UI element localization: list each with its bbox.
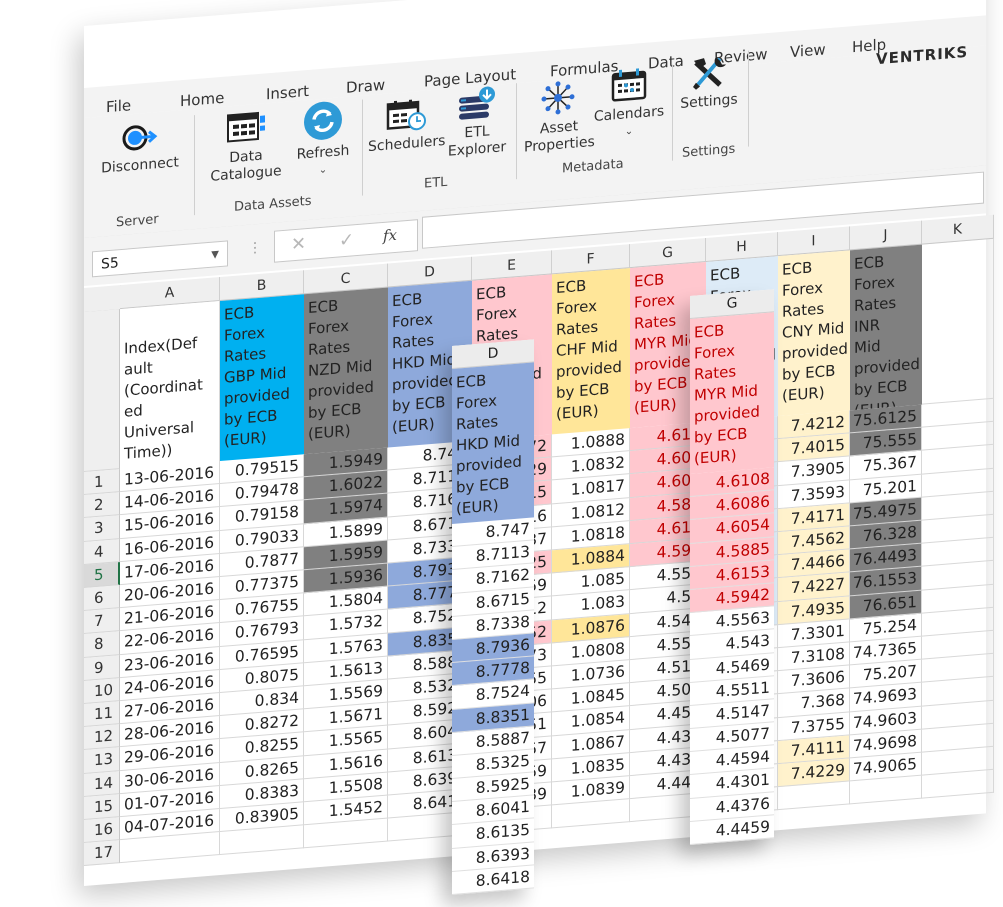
data-catalogue-button[interactable]: Data Catalogue xyxy=(204,108,288,187)
row-header-6[interactable]: 6 xyxy=(84,585,120,612)
row-header-8[interactable]: 8 xyxy=(84,631,120,658)
row-header-4[interactable]: 4 xyxy=(84,538,120,565)
enter-icon[interactable]: ✓ xyxy=(339,229,354,251)
floating-column-d: D ECB Forex Rates HKD Mid provided by ECB (EUR)… xyxy=(452,339,534,895)
header-text-line: (EUR) xyxy=(456,496,499,518)
header-text-line: Rates INR xyxy=(854,293,897,337)
data-catalogue-icon xyxy=(227,111,265,143)
function-icon[interactable]: fx xyxy=(383,226,397,245)
ribbon-separator xyxy=(516,83,517,180)
cell-f[interactable] xyxy=(552,799,630,829)
excel-window: File Home Insert Draw Page Layout Formul… xyxy=(84,0,994,886)
group-label-etl: ETL xyxy=(424,174,448,192)
formula-buttons: ✕ ✓ fx xyxy=(274,219,418,263)
header-cell-c[interactable]: ECB Forex Rates NZD Mid provided by ECB (EUR) xyxy=(304,287,388,455)
row-header-12[interactable]: 12 xyxy=(84,724,120,751)
settings-tools-icon xyxy=(693,57,726,90)
data-catalogue-label: Data Catalogue xyxy=(210,147,282,185)
row-header-2[interactable]: 2 xyxy=(84,492,120,519)
more-options-icon[interactable]: ⋮ xyxy=(248,240,262,257)
schedulers-label: Schedulers xyxy=(368,132,446,156)
cell-k[interactable] xyxy=(922,769,994,799)
overlay-header-title: ECB Forex Rates MYR Mid provided by ECB (EUR) xyxy=(690,312,774,474)
row-header-17[interactable]: 17 xyxy=(84,840,120,867)
cancel-icon[interactable]: ✕ xyxy=(291,233,306,255)
row-header-13[interactable]: 13 xyxy=(84,747,120,774)
ribbon-separator xyxy=(362,99,363,196)
chevron-down-icon[interactable]: ▼ xyxy=(211,242,219,269)
settings-button[interactable]: Settings xyxy=(678,53,740,113)
calendars-button[interactable]: Calendars ⌄ xyxy=(592,65,666,143)
cell-i[interactable] xyxy=(778,781,850,811)
stage: File Home Insert Draw Page Layout Formul… xyxy=(0,0,1003,907)
row-header-5[interactable]: 5 xyxy=(84,561,120,588)
row-header-14[interactable]: 14 xyxy=(84,770,120,797)
refresh-button[interactable]: Refresh ⌄ xyxy=(288,98,358,182)
header-text-line: (EUR) xyxy=(556,401,599,424)
calendar-icon xyxy=(611,68,647,102)
ribbon-separator xyxy=(194,115,195,216)
etl-explorer-button[interactable]: ETL Explorer xyxy=(444,84,510,161)
group-label-settings: Settings xyxy=(682,141,736,161)
row-header-title[interactable] xyxy=(84,309,120,472)
group-label-data-assets: Data Assets xyxy=(234,193,312,215)
row-header-7[interactable]: 7 xyxy=(84,608,120,635)
ribbon-separator xyxy=(748,50,749,147)
row-header-16[interactable]: 16 xyxy=(84,817,120,844)
row-header-3[interactable]: 3 xyxy=(84,515,120,542)
header-cell-f[interactable]: ECB Forex Rates CHF Mid provided by ECB (EUR) xyxy=(552,268,630,435)
scheduler-icon xyxy=(386,99,426,131)
disconnect-label: Disconnect xyxy=(101,154,179,177)
disconnect-icon xyxy=(122,125,158,151)
overlay-header-title: ECB Forex Rates HKD Mid provided by ECB (EUR) xyxy=(452,362,534,524)
row-header-1[interactable]: 1 xyxy=(84,469,120,496)
refresh-icon xyxy=(304,101,342,140)
ribbon-separator xyxy=(672,64,673,161)
name-box-value: S5 xyxy=(101,255,119,273)
etl-explorer-label: ETL Explorer xyxy=(447,123,507,160)
header-cell-j[interactable]: ECB Forex Rates INR Mid provided by ECB (EUR) xyxy=(850,244,922,411)
etl-explorer-icon xyxy=(459,86,495,120)
settings-label: Settings xyxy=(680,91,738,113)
row-header-10[interactable]: 10 xyxy=(84,677,120,704)
header-text-line: (EUR) xyxy=(782,383,825,405)
asset-properties-icon xyxy=(541,81,575,115)
asset-properties-button[interactable]: Asset Properties xyxy=(524,77,595,156)
header-cell-a[interactable]: Index(Def ault (Coordinat ed Universal Time)) xyxy=(120,301,220,470)
header-cell-b[interactable]: ECB Forex Rates GBP Mid provided by ECB (EUR) xyxy=(220,294,304,462)
header-cell-i[interactable]: ECB Forex Rates CNY Mid provided by ECB (EUR) xyxy=(778,250,850,417)
row-header-9[interactable]: 9 xyxy=(84,654,120,681)
menu-file[interactable]: File xyxy=(106,96,131,116)
cell-j[interactable] xyxy=(850,775,922,805)
group-label-metadata: Metadata xyxy=(562,156,624,177)
disconnect-button[interactable]: Disconnect xyxy=(94,118,186,178)
schedulers-button[interactable]: Schedulers xyxy=(368,95,446,156)
refresh-label: Refresh xyxy=(296,142,350,163)
group-label-server: Server xyxy=(116,211,159,231)
row-header-15[interactable]: 15 xyxy=(84,793,120,820)
row-header-11[interactable]: 11 xyxy=(84,701,120,728)
asset-properties-label: Asset Properties xyxy=(524,118,595,156)
floating-column-g: G ECB Forex Rates MYR Mid provided by ECB (EUR)… xyxy=(690,289,774,845)
name-box[interactable]: S5 ▼ xyxy=(92,240,228,278)
header-cell-k[interactable] xyxy=(922,238,994,405)
